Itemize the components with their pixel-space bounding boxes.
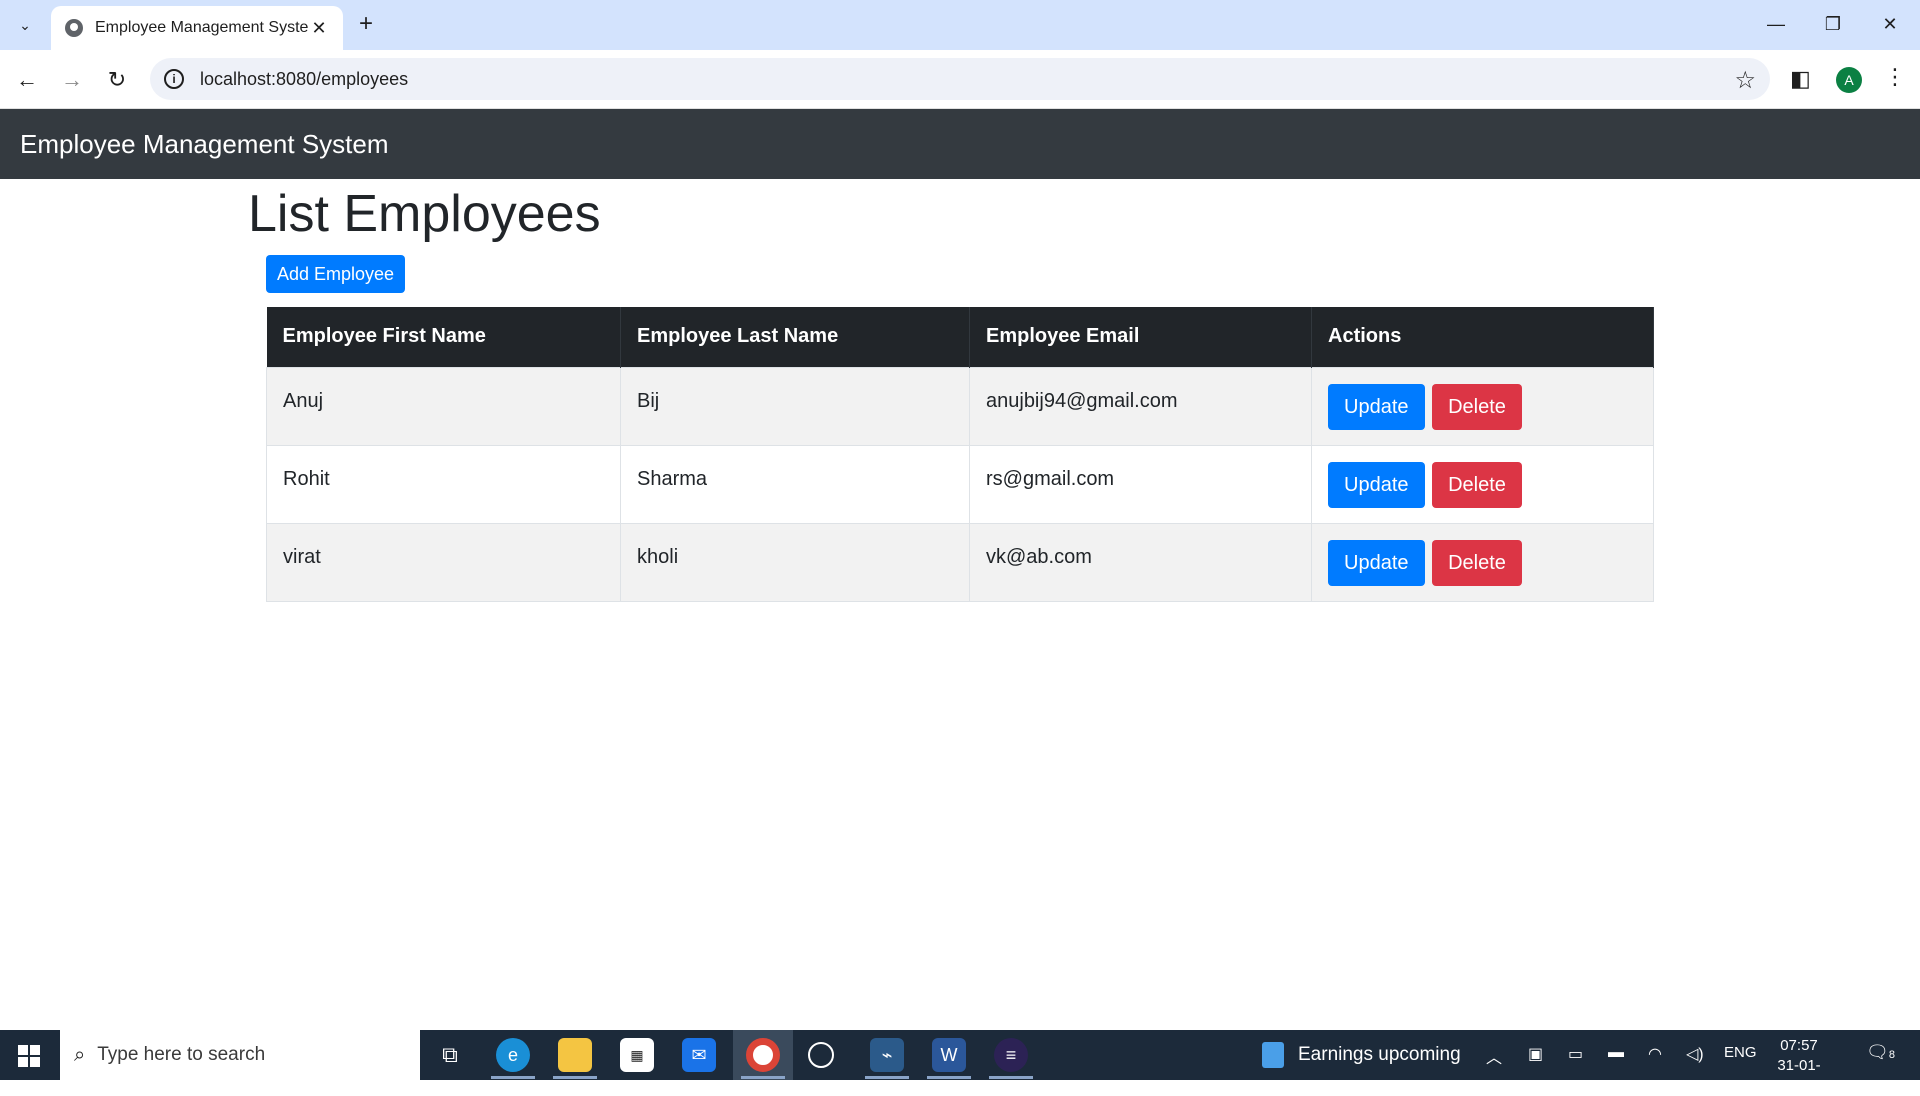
table-row: Anuj Bij anujbij94@gmail.com Update Dele… [266, 366, 1654, 446]
word-running-indicator [927, 1076, 971, 1079]
page-title: List Employees [248, 185, 601, 243]
table-row: Rohit Sharma rs@gmail.com Update Delete [266, 444, 1654, 524]
main-content: List Employees Add Employee Employee Fir… [248, 179, 1668, 602]
cell-last-name: kholi [620, 522, 970, 602]
notification-count: 8 [1888, 1049, 1895, 1061]
globe-icon [65, 19, 83, 37]
cell-first-name: Rohit [266, 444, 621, 524]
cell-email: anujbij94@gmail.com [969, 366, 1312, 446]
volume-icon[interactable]: ◁) [1686, 1044, 1704, 1064]
eclipse-icon[interactable]: ≡ [994, 1038, 1028, 1072]
clock-time: 07:57 [1780, 1037, 1818, 1054]
side-panel-icon[interactable]: ◧ [1790, 66, 1811, 92]
update-button[interactable]: Update [1328, 539, 1425, 586]
cell-last-name: Bij [620, 366, 970, 446]
new-tab-button[interactable]: + [352, 11, 380, 39]
display-icon[interactable]: ▭ [1568, 1044, 1583, 1064]
address-bar[interactable]: i localhost:8080/employees ☆ [150, 58, 1770, 100]
clock[interactable]: 07:57 31-01-2024 [1762, 1036, 1836, 1096]
browser-menu-icon[interactable]: ⋮ [1884, 64, 1906, 90]
browser-tab[interactable]: Employee Management System ✕ [51, 6, 343, 50]
notification-icon[interactable]: 🗨8 [1866, 1042, 1895, 1063]
cell-email: vk@ab.com [969, 522, 1312, 602]
add-employee-button[interactable]: Add Employee [266, 255, 406, 293]
cell-email: rs@gmail.com [969, 444, 1312, 524]
bookmark-star-icon[interactable]: ☆ [1734, 66, 1756, 95]
close-tab-icon[interactable]: ✕ [309, 18, 329, 39]
news-icon [1262, 1042, 1284, 1068]
table-header-row: Employee First Name Employee Last Name E… [266, 307, 1654, 367]
restore-button[interactable]: ❐ [1809, 8, 1857, 40]
cell-first-name: virat [266, 522, 621, 602]
search-icon: ⌕ [74, 1043, 86, 1066]
delete-button[interactable]: Delete [1432, 539, 1522, 586]
chevron-up-icon[interactable]: ︿ [1486, 1044, 1502, 1068]
header-last-name: Employee Last Name [620, 307, 970, 367]
table-row: virat kholi vk@ab.com Update Delete [266, 522, 1654, 602]
profile-avatar[interactable]: A [1836, 67, 1862, 93]
explorer-running-indicator [553, 1076, 597, 1079]
reload-button[interactable]: ↻ [100, 63, 134, 97]
edge-icon[interactable]: e [496, 1038, 530, 1072]
cell-first-name: Anuj [266, 366, 621, 446]
employee-table: Employee First Name Employee Last Name E… [266, 307, 1654, 602]
back-button[interactable]: ← [10, 63, 44, 97]
news-widget[interactable]: Earnings upcoming [1262, 1042, 1461, 1068]
file-explorer-icon[interactable] [558, 1038, 592, 1072]
news-text: Earnings upcoming [1298, 1044, 1461, 1065]
update-button[interactable]: Update [1328, 383, 1425, 430]
taskbar: ⌕ Type here to search ⧉ e ▦ ✉ ⌁ W ≡ Earn… [0, 1030, 1920, 1094]
wifi-icon[interactable]: ◠ [1648, 1044, 1662, 1064]
edge-running-indicator [491, 1076, 535, 1079]
cell-actions: Update Delete [1311, 366, 1654, 446]
site-info-icon[interactable]: i [164, 69, 184, 89]
delete-button[interactable]: Delete [1432, 461, 1522, 508]
windows-start-icon[interactable] [18, 1045, 40, 1067]
taskbar-search[interactable]: ⌕ Type here to search [60, 1030, 420, 1080]
app-navbar: Employee Management System [0, 109, 1920, 179]
header-email: Employee Email [969, 307, 1312, 367]
cell-last-name: Sharma [620, 444, 970, 524]
delete-button[interactable]: Delete [1432, 383, 1522, 430]
minimize-button[interactable]: — [1752, 8, 1800, 40]
eclipse-running-indicator [989, 1076, 1033, 1079]
tab-title: Employee Management System [95, 19, 309, 36]
store-icon[interactable]: ▦ [620, 1038, 654, 1072]
cell-actions: Update Delete [1311, 444, 1654, 524]
mail-icon[interactable]: ✉ [682, 1038, 716, 1072]
close-window-button[interactable]: ✕ [1866, 8, 1914, 40]
app-brand[interactable]: Employee Management System [20, 129, 389, 160]
chrome-icon[interactable] [746, 1038, 780, 1072]
search-app-icon[interactable] [808, 1042, 834, 1068]
chrome-running-indicator [741, 1076, 785, 1079]
task-view-icon[interactable]: ⧉ [433, 1038, 467, 1072]
tab-search-chevron-icon[interactable]: ⌄ [10, 10, 40, 40]
url-text[interactable]: localhost:8080/employees [200, 69, 408, 90]
workbench-running-indicator [865, 1076, 909, 1079]
mysql-workbench-icon[interactable]: ⌁ [870, 1038, 904, 1072]
battery-icon[interactable]: ▬ [1608, 1044, 1624, 1062]
browser-tabstrip: ⌄ Employee Management System ✕ + — ❐ ✕ [0, 0, 1920, 50]
language-indicator[interactable]: ENG [1724, 1044, 1757, 1061]
header-actions: Actions [1311, 307, 1654, 367]
word-icon[interactable]: W [932, 1038, 966, 1072]
header-first-name: Employee First Name [266, 307, 621, 367]
cell-actions: Update Delete [1311, 522, 1654, 602]
update-button[interactable]: Update [1328, 461, 1425, 508]
clock-date: 31-01-2024 [1777, 1057, 1821, 1094]
meet-icon[interactable]: ▣ [1528, 1044, 1543, 1064]
forward-button[interactable]: → [55, 63, 89, 97]
browser-toolbar: ← → ↻ i localhost:8080/employees ☆ ◧ A ⋮ [0, 50, 1920, 109]
search-placeholder: Type here to search [97, 1044, 266, 1065]
